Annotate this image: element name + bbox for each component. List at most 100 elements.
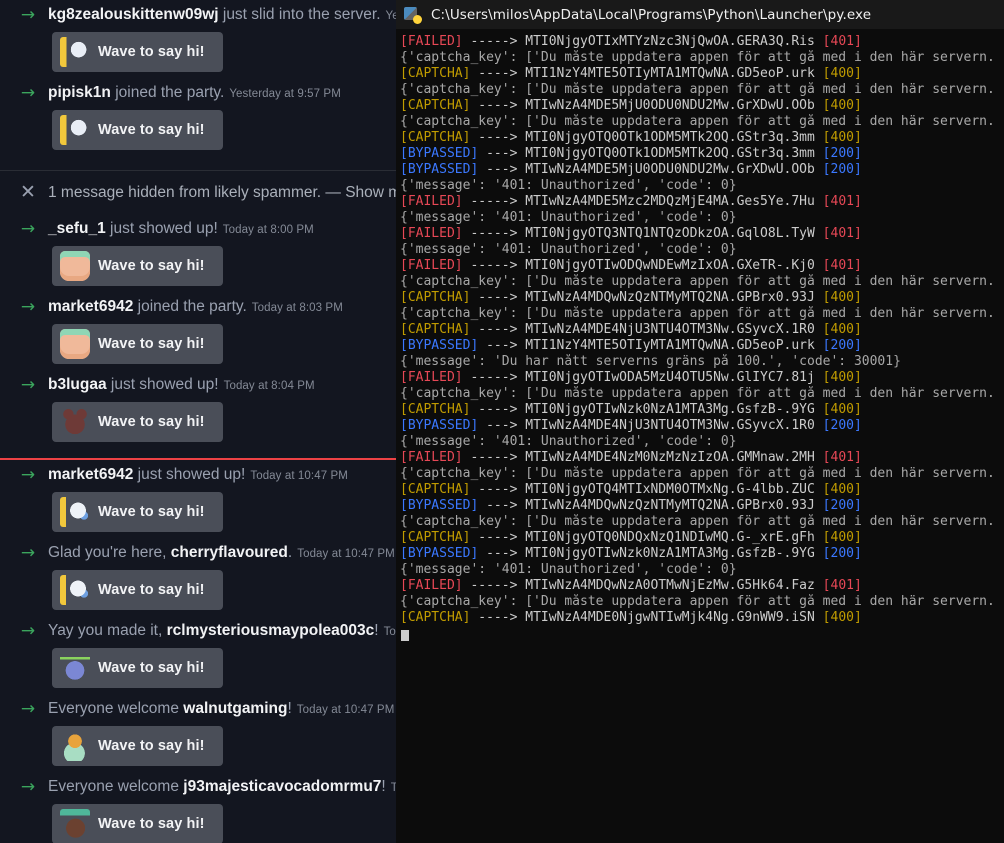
message-timestamp: Today at 10:47 PM [250,470,348,482]
username[interactable]: _sefu_1 [48,220,106,237]
terminal-title-bar[interactable]: C:\Users\milos\AppData\Local\Programs\Py… [396,0,1004,30]
cow-emoji [60,497,90,527]
status-code: [400] [822,322,862,337]
status-tag: [CAPTCHA] [400,530,471,545]
arrow-right-icon: → [20,218,36,239]
message-timestamp: Yesterday at 9:55 PM [385,10,396,22]
message-timestamp: Today at 8:03 PM [251,302,343,314]
terminal-status-line: [FAILED] -----> MTIwNzA4MDE5Mzc2MDQzMjE4… [400,194,1004,210]
terminal-json-line: {'message': '401: Unauthorized', 'code':… [400,434,1004,450]
wave-to-say-hi-button[interactable]: Wave to say hi! [52,324,223,364]
terminal-json-line: {'captcha_key': ['Du måste uppdatera app… [400,466,1004,482]
arrow-separator: ----> [470,98,526,113]
terminal-output: [FAILED] -----> MTI0NjgyOTIxMTYzNzc3NjQw… [396,30,1004,642]
terminal-window[interactable]: C:\Users\milos\AppData\Local\Programs\Py… [396,0,1004,843]
show-me-link[interactable]: Show me [345,184,396,201]
ghost-emoji [60,37,90,67]
status-code: [400] [822,610,862,625]
wave-to-say-hi-button[interactable]: Wave to say hi! [52,492,223,532]
status-tag: [FAILED] [400,578,463,593]
arrow-separator: ---> [478,498,526,513]
token-text: MTIwNzA4MDQwNzQzNTMyMTQ2NA.GPBrx0.93J [525,290,823,305]
username[interactable]: market6942 [48,466,133,483]
system-join-message: → market6942 joined the party. Today at 8:… [0,292,396,370]
arrow-separator: ----> [470,290,526,305]
wave-to-say-hi-button[interactable]: Wave to say hi! [52,110,223,150]
token-text: MTI0NjgyOTQ3NTQ1NTQzODkzOA.GqlO8L.TyW [525,226,823,241]
wave-to-say-hi-button[interactable]: Wave to say hi! [52,726,223,766]
arrow-separator: -----> [462,226,526,241]
status-tag: [BYPASSED] [400,498,479,513]
username[interactable]: cherryflavoured [171,544,288,561]
status-code: [401] [822,258,862,273]
terminal-json-line: {'captcha_key': ['Du måste uppdatera app… [400,594,1004,610]
status-code: [401] [822,226,862,241]
username[interactable]: pipisk1n [48,84,111,101]
terminal-json-text: {'captcha_key': ['Du måste uppdatera app… [400,466,995,481]
arrow-right-icon: → [20,698,36,719]
sup-bear-emoji [60,809,90,839]
terminal-status-line: [BYPASSED] ---> MTIwNzA4MDQwNzQzNTMyMTQ2… [400,498,1004,514]
terminal-json-line: {'captcha_key': ['Du måste uppdatera app… [400,274,1004,290]
status-tag: [FAILED] [400,258,463,273]
close-icon[interactable]: ✕ [8,183,48,202]
username[interactable]: b3lugaa [48,376,107,393]
status-code: [401] [822,194,862,209]
status-tag: [CAPTCHA] [400,290,471,305]
username[interactable]: market6942 [48,298,133,315]
token-text: MTIwNzA4MDE4NjU3NTU4OTM3Nw.GSyvcX.1R0 [525,418,823,433]
join-message-text: Glad you're here, cherryflavoured. Today … [48,544,395,561]
terminal-json-text: {'captcha_key': ['Du måste uppdatera app… [400,50,995,65]
arrow-separator: -----> [462,258,526,273]
terminal-json-line: {'message': '401: Unauthorized', 'code':… [400,562,1004,578]
arrow-separator: ----> [470,610,526,625]
message-timestamp: Today at 8:00 PM [222,224,314,236]
status-tag: [BYPASSED] [400,546,479,561]
cow-emoji [60,575,90,605]
arrow-right-icon: → [20,776,36,797]
wave-to-say-hi-button[interactable]: Wave to say hi! [52,804,223,843]
terminal-status-line: [BYPASSED] ---> MTIwNzA4MDE4NjU3NTU4OTM3… [400,418,1004,434]
wave-button-label: Wave to say hi! [98,660,205,676]
status-code: [401] [822,450,862,465]
terminal-status-line: [CAPTCHA] ----> MTIwNzA4MDQwNzQzNTMyMTQ2… [400,290,1004,306]
status-code: [400] [822,530,862,545]
status-code: [400] [822,402,862,417]
wave-to-say-hi-button[interactable]: Wave to say hi! [52,32,223,72]
wave-to-say-hi-button[interactable]: Wave to say hi! [52,648,223,688]
arrow-right-icon: → [20,82,36,103]
status-code: [400] [822,290,862,305]
arrow-separator: ---> [478,546,526,561]
arrow-right-icon: → [20,374,36,395]
token-text: MTI1NzY4MTE5OTIyMTA1MTQwNA.GD5eoP.urk [525,66,823,81]
wave-to-say-hi-button[interactable]: Wave to say hi! [52,570,223,610]
status-code: [200] [822,146,862,161]
wave-to-say-hi-button[interactable]: Wave to say hi! [52,246,223,286]
wave-button-label: Wave to say hi! [98,44,205,60]
arrow-right-icon: → [20,4,36,25]
system-join-message: → b3lugaa just showed up! Today at 8:04 PM… [0,370,396,448]
terminal-json-text: {'message': '401: Unauthorized', 'code':… [400,178,737,193]
arrow-separator: ---> [478,162,526,177]
username[interactable]: walnutgaming [183,700,287,717]
terminal-status-line: [CAPTCHA] ----> MTI0NjgyOTQ4MTIxNDM0OTMx… [400,482,1004,498]
wave-to-say-hi-button[interactable]: Wave to say hi! [52,402,223,442]
username[interactable]: rclmysteriousmaypolea003c [167,622,375,639]
message-timestamp: Today at 10:47 PM [383,626,396,638]
username[interactable]: kg8zealouskittenw09wj [48,6,219,23]
terminal-json-line: {'message': '401: Unauthorized', 'code':… [400,210,1004,226]
terminal-status-line: [FAILED] -----> MTIwNzA4MDE4NzM0NzMzNzIz… [400,450,1004,466]
wave-button-label: Wave to say hi! [98,414,205,430]
arrow-separator: ----> [470,530,526,545]
wave-button-label: Wave to say hi! [98,582,205,598]
terminal-status-line: [CAPTCHA] ----> MTIwNzA4MDE4NjU3NTU4OTM3… [400,322,1004,338]
toast-emoji [60,329,90,359]
terminal-status-line: [FAILED] -----> MTI0NjgyOTIwODQwNDEwMzIx… [400,258,1004,274]
terminal-title-text: C:\Users\milos\AppData\Local\Programs\Py… [431,6,872,23]
status-code: [400] [822,66,862,81]
status-tag: [BYPASSED] [400,146,479,161]
status-tag: [FAILED] [400,194,463,209]
robot-emoji [60,653,90,683]
username[interactable]: j93majesticavocadomrmu7 [183,778,381,795]
toast-emoji [60,251,90,281]
